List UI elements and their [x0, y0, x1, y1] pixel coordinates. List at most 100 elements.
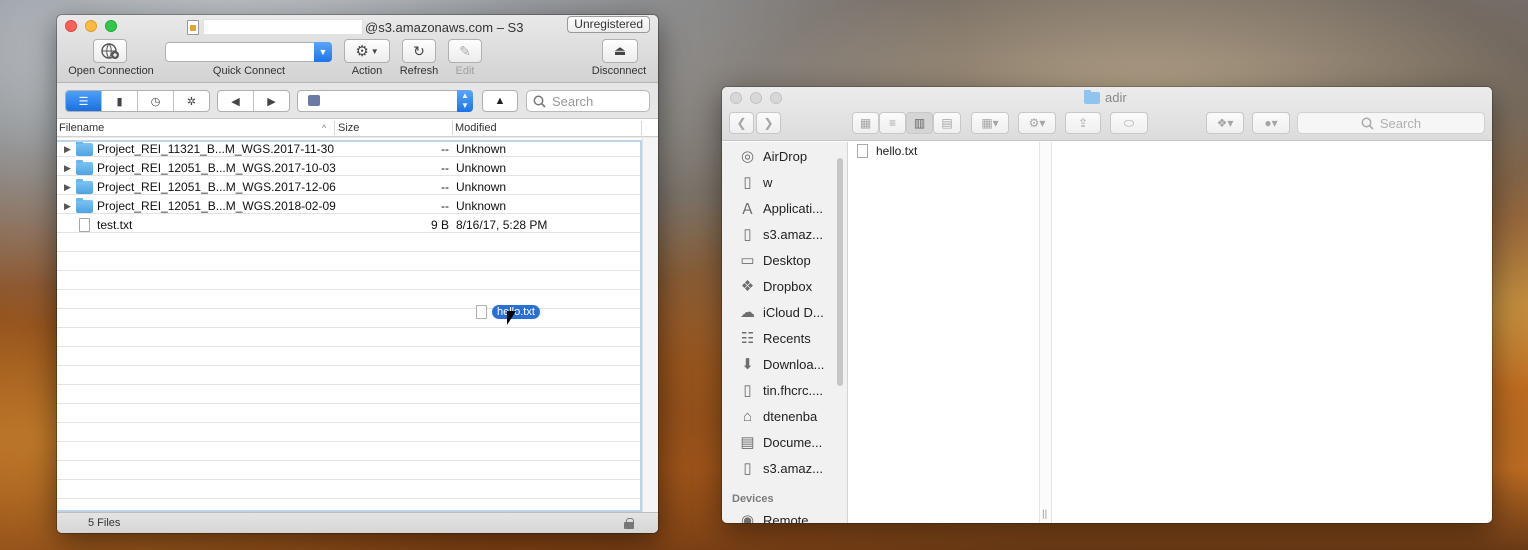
- action-button[interactable]: ⚙▾: [1018, 112, 1056, 134]
- text-file-icon: [476, 305, 487, 319]
- share-button[interactable]: ⇪: [1065, 112, 1101, 134]
- disconnect-label: Disconnect: [591, 65, 647, 77]
- user-button[interactable]: ●▾: [1252, 112, 1290, 134]
- clock-icon: ◷: [150, 95, 161, 108]
- bonjour-view-tab[interactable]: ✲: [174, 91, 209, 111]
- sidebar-item-home[interactable]: ⌂ dtenenba: [722, 403, 847, 429]
- sidebar-scrollbar[interactable]: [837, 158, 843, 386]
- sidebar-item-label: Remote: [763, 512, 809, 524]
- refresh-label: Refresh: [399, 65, 439, 77]
- back-button[interactable]: ❮: [729, 112, 754, 134]
- tag-icon: ⬭: [1123, 115, 1135, 130]
- search-icon: [533, 95, 546, 108]
- sidebar-item-applications[interactable]: Ａ Applicati...: [722, 195, 847, 221]
- zoom-button[interactable]: [770, 92, 782, 104]
- zoom-button[interactable]: [105, 20, 117, 32]
- sidebar-item-label: Desktop: [763, 252, 811, 268]
- action-label: Action: [351, 65, 383, 77]
- lock-icon[interactable]: [624, 518, 634, 529]
- back-button[interactable]: ◀: [218, 91, 254, 111]
- finder-window: adir ❮ ❯ ▦ ≡ ▥ ▤ ▦▾ ⚙▾ ⇪ ⬭ ❖▾ ●▾ Search …: [722, 87, 1492, 523]
- action-button[interactable]: ⚙ ▼: [344, 39, 390, 63]
- list-view-button[interactable]: ≡: [879, 112, 906, 134]
- unregistered-badge[interactable]: Unregistered: [567, 16, 650, 33]
- path-selector[interactable]: ▲ ▼: [297, 90, 473, 112]
- sidebar-item-downloads[interactable]: ⬇ Downloa...: [722, 351, 847, 377]
- chevron-down-icon[interactable]: ▼: [314, 42, 332, 62]
- bookmarks-view-tab[interactable]: ▮: [102, 91, 138, 111]
- sidebar-item-airdrop[interactable]: ◎ AirDrop: [722, 143, 847, 169]
- tags-button[interactable]: ⬭: [1110, 112, 1148, 134]
- disconnect-button[interactable]: ⏏: [602, 39, 638, 63]
- devices-section-header: Devices: [732, 493, 774, 505]
- gallery-view-button[interactable]: ▤: [933, 112, 961, 134]
- sidebar-item-tin[interactable]: ▯ tin.fhcrc....: [722, 377, 847, 403]
- close-button[interactable]: [65, 20, 77, 32]
- window-title: @s3.amazonaws.com – S3: [187, 18, 523, 36]
- sidebar-item-label: w: [763, 174, 773, 190]
- forward-arrow-icon: ▶: [267, 95, 276, 108]
- arrange-icon: ▦▾: [981, 116, 999, 130]
- column-resize-handle[interactable]: ||: [1042, 509, 1047, 520]
- sidebar-item-dropbox[interactable]: ❖ Dropbox: [722, 273, 847, 299]
- sidebar-item-label: dtenenba: [763, 408, 818, 424]
- sidebar-item-s3[interactable]: ▯ s3.amaz...: [722, 221, 847, 247]
- sidebar-item-documents[interactable]: ▤ Docume...: [722, 429, 847, 455]
- history-view-tab[interactable]: ◷: [138, 91, 174, 111]
- sidebar-item-s3-2[interactable]: ▯ s3.amaz...: [722, 455, 847, 481]
- minimize-button[interactable]: [85, 20, 97, 32]
- sidebar-item-label: iCloud D...: [763, 304, 824, 320]
- arrange-button[interactable]: ▦▾: [971, 112, 1009, 134]
- size-column-header[interactable]: Size: [338, 122, 359, 134]
- forward-button[interactable]: ▶: [254, 91, 289, 111]
- forward-button[interactable]: ❯: [756, 112, 781, 134]
- sidebar-item-label: Applicati...: [763, 200, 823, 216]
- finder-toolbar: adir ❮ ❯ ▦ ≡ ▥ ▤ ▦▾ ⚙▾ ⇪ ⬭ ❖▾ ●▾ Search: [722, 87, 1492, 141]
- document-icon: ▯: [743, 174, 752, 191]
- edit-button[interactable]: ✎: [448, 39, 482, 63]
- sidebar-item-desktop[interactable]: ▭ Desktop: [722, 247, 847, 273]
- quick-connect-label: Quick Connect: [212, 65, 286, 77]
- document-icon: ▯: [743, 226, 752, 243]
- browser-view-tab[interactable]: ☰: [66, 91, 102, 111]
- parent-directory-button[interactable]: ▲: [482, 90, 518, 112]
- column-view-button[interactable]: ▥: [906, 112, 933, 134]
- coverflow-icon: ▤: [941, 116, 953, 130]
- open-connection-button[interactable]: [93, 39, 127, 63]
- chevron-right-icon: ❯: [763, 116, 774, 130]
- eject-icon: ⏏: [613, 43, 627, 58]
- minimize-button[interactable]: [750, 92, 762, 104]
- sidebar-item-remote-disc[interactable]: ◉ Remote: [722, 507, 847, 524]
- refresh-button[interactable]: ↻: [402, 39, 436, 63]
- open-connection-label: Open Connection: [68, 65, 154, 77]
- document-icon: ▯: [743, 382, 752, 399]
- icon-view-button[interactable]: ▦: [852, 112, 879, 134]
- search-placeholder: Search: [552, 93, 594, 109]
- cloud-icon: ☁: [740, 304, 755, 321]
- modified-column-header[interactable]: Modified: [455, 122, 497, 134]
- share-icon: ⇪: [1077, 116, 1089, 130]
- columns-icon: ▥: [913, 116, 926, 130]
- sidebar-item-w[interactable]: ▯ w: [722, 169, 847, 195]
- search-field[interactable]: Search: [1297, 112, 1485, 134]
- drop-target-highlight: [57, 140, 642, 512]
- vertical-scrollbar[interactable]: [642, 138, 658, 512]
- sidebar-item-icloud[interactable]: ☁ iCloud D...: [722, 299, 847, 325]
- sidebar-item-recents[interactable]: ☷ Recents: [722, 325, 847, 351]
- list-item[interactable]: hello.txt: [857, 144, 917, 158]
- file-count: 5 Files: [88, 517, 121, 529]
- refresh-icon: ↻: [413, 42, 425, 59]
- search-field[interactable]: Search: [526, 90, 650, 112]
- dropbox-button[interactable]: ❖▾: [1206, 112, 1244, 134]
- quick-connect-combo[interactable]: ▼: [165, 42, 332, 62]
- folder-icon: [1084, 89, 1100, 104]
- filename-column-header[interactable]: Filename: [59, 122, 104, 134]
- view-mode-segmented-control: ☰ ▮ ◷ ✲: [65, 90, 210, 112]
- close-button[interactable]: [730, 92, 742, 104]
- column-divider[interactable]: [1040, 142, 1052, 523]
- recents-icon: ☷: [740, 330, 755, 347]
- updown-chevron-icon[interactable]: ▲ ▼: [457, 90, 473, 112]
- person-icon: ●▾: [1264, 116, 1278, 130]
- sidebar-item-label: Dropbox: [763, 278, 813, 294]
- home-icon: ⌂: [742, 407, 753, 425]
